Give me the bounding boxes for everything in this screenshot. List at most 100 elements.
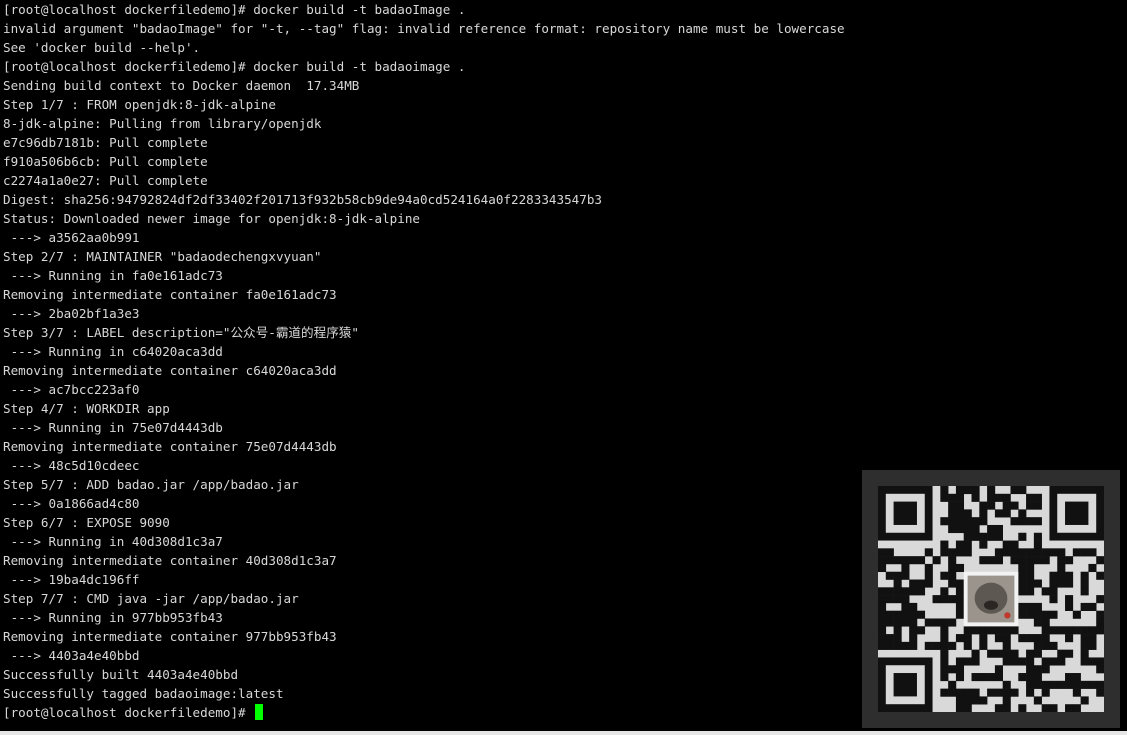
- qr-module: [1041, 548, 1050, 557]
- qr-module: [994, 548, 1003, 557]
- qr-module: [979, 509, 988, 518]
- qr-module: [1088, 548, 1097, 557]
- qr-module: [955, 610, 965, 619]
- qr-module: [955, 634, 965, 643]
- terminal-line: ---> ac7bcc223af0: [3, 382, 140, 397]
- qr-module: [893, 634, 902, 643]
- qr-module: [893, 587, 902, 596]
- qr-module: [940, 665, 949, 674]
- qr-module: [1018, 610, 1027, 619]
- qr-module: [1041, 587, 1050, 596]
- qr-module: [1010, 540, 1019, 549]
- qr-module: [1033, 579, 1042, 588]
- qr-module: [1096, 571, 1104, 580]
- qr-module: [878, 602, 887, 611]
- qr-module: [994, 532, 1003, 541]
- terminal-line: See 'docker build --help'.: [3, 40, 201, 55]
- qr-module: [955, 602, 965, 611]
- qr-module: [979, 556, 988, 565]
- qr-module: [940, 634, 949, 643]
- qr-module: [1002, 641, 1011, 650]
- terminal-line: f910a506b6cb: Pull complete: [3, 154, 208, 169]
- terminal-line: Digest: sha256:94792824df2df33402f201713…: [3, 192, 602, 207]
- qr-module: [1049, 704, 1058, 712]
- qr-module: [1026, 688, 1035, 697]
- qr-module: [916, 579, 926, 588]
- qr-module: [940, 626, 949, 635]
- qr-module: [1041, 688, 1050, 697]
- qr-module: [1065, 704, 1074, 712]
- terminal-line: ---> Running in fa0e161adc73: [3, 268, 223, 283]
- qr-module: [1026, 680, 1035, 689]
- qr-module: [1049, 579, 1058, 588]
- terminal-window[interactable]: [root@localhost dockerfiledemo]# docker …: [0, 0, 1127, 735]
- qr-module: [901, 641, 910, 650]
- qr-module: [979, 634, 988, 643]
- qr-module: [916, 626, 926, 635]
- qr-module: [878, 634, 887, 643]
- qr-module: [940, 657, 949, 666]
- qr-module: [955, 524, 965, 534]
- qr-module: [1057, 548, 1066, 557]
- qr-module: [948, 641, 957, 650]
- terminal-line: 8-jdk-alpine: Pulling from library/openj…: [3, 116, 322, 131]
- qr-module: [963, 626, 972, 635]
- qr-module: [971, 493, 980, 502]
- qr-module: [1026, 657, 1035, 666]
- qr-module: [994, 673, 1003, 682]
- qr-module: [878, 563, 887, 573]
- qr-module: [948, 680, 957, 689]
- qr-module: [963, 517, 972, 526]
- qr-module: [1033, 540, 1042, 549]
- terminal-line: Removing intermediate container 75e07d44…: [3, 439, 337, 454]
- qr-module: [1033, 610, 1042, 619]
- qr-module: [924, 618, 933, 627]
- qr-module: [1049, 587, 1058, 596]
- qr-module: [1096, 618, 1104, 627]
- terminal-line: Step 2/7 : MAINTAINER "badaodechengxvyua…: [3, 249, 322, 264]
- qr-module: [1080, 696, 1089, 705]
- qr-module: [1057, 563, 1066, 573]
- terminal-line: [root@localhost dockerfiledemo]# docker …: [3, 59, 466, 74]
- qr-module: [1080, 680, 1089, 689]
- qr-module: [1096, 688, 1104, 697]
- qr-module: [987, 501, 996, 510]
- qr-module: [1026, 602, 1035, 611]
- qr-module: [955, 486, 965, 495]
- qr-module: [1041, 704, 1050, 712]
- qr-module: [1088, 626, 1097, 635]
- qr-module: [1072, 704, 1081, 712]
- qr-module: [1041, 610, 1050, 619]
- qr-module: [979, 501, 988, 510]
- qr-module: [1010, 556, 1019, 565]
- terminal-line: Status: Downloaded newer image for openj…: [3, 211, 421, 226]
- qr-module: [1096, 680, 1104, 689]
- qr-module: [979, 540, 988, 549]
- terminal-line: e7c96db7181b: Pull complete: [3, 135, 208, 150]
- terminal-line: Step 4/7 : WORKDIR app: [3, 401, 170, 416]
- qr-module: [940, 571, 949, 580]
- qr-module: [948, 563, 957, 573]
- qr-module: [1065, 595, 1074, 604]
- qr-module: [1049, 641, 1058, 650]
- qr-module: [885, 641, 894, 650]
- qr-module: [909, 641, 918, 650]
- qr-module: [1057, 556, 1066, 565]
- qr-module: [878, 587, 887, 596]
- qr-module: [1002, 634, 1011, 643]
- qr-module: [1033, 673, 1042, 682]
- qr-module: [1072, 688, 1081, 697]
- qr-module: [1002, 649, 1011, 658]
- qr-module: [1026, 548, 1035, 557]
- qr-finder-pattern: [878, 657, 933, 712]
- qr-module: [940, 587, 949, 596]
- qr-module: [955, 548, 965, 557]
- qr-module: [1049, 571, 1058, 580]
- qr-module: [1065, 673, 1074, 682]
- qr-module: [1080, 571, 1089, 580]
- qr-module: [1080, 657, 1089, 666]
- qr-module: [1096, 556, 1104, 565]
- qr-module: [994, 626, 1003, 635]
- qr-module: [1010, 657, 1019, 666]
- qr-module: [1026, 571, 1035, 580]
